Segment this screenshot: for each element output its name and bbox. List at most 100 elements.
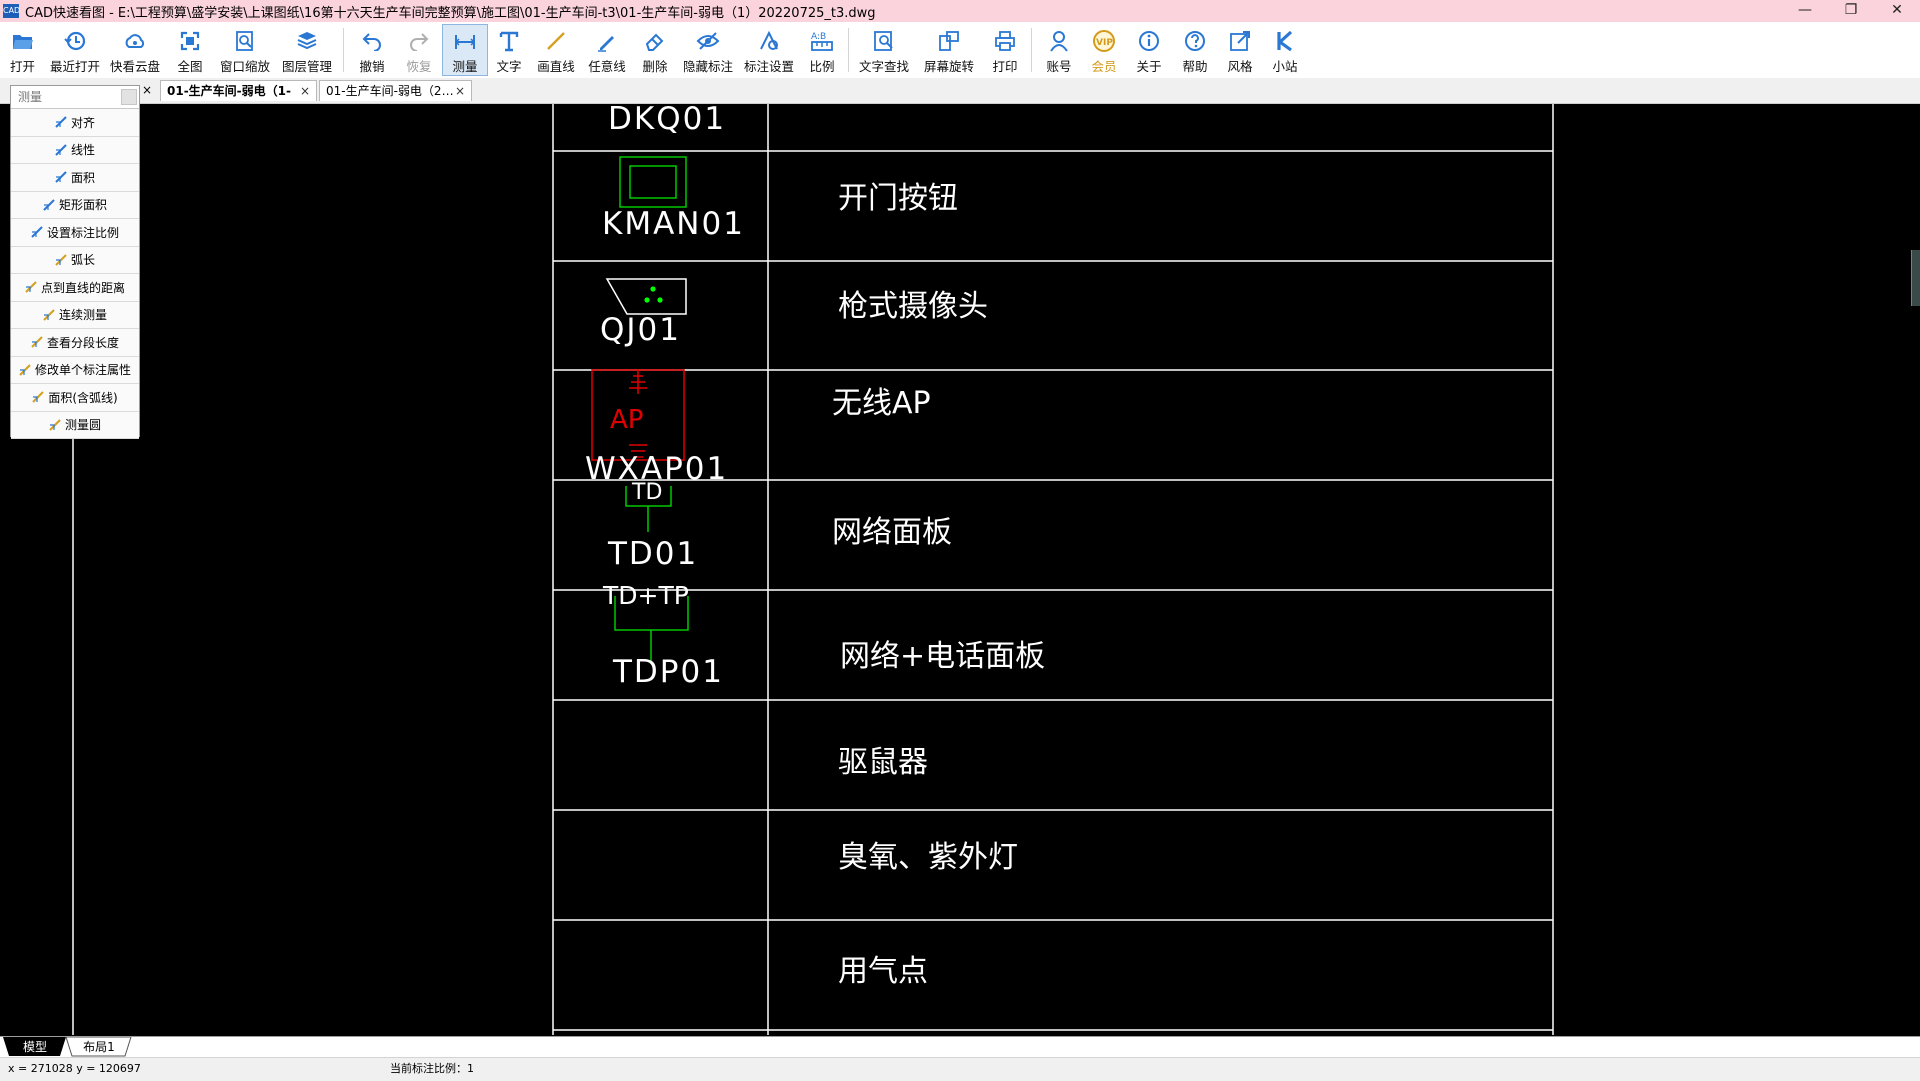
device-code-qj01: QJ01: [600, 312, 681, 348]
toolbar-button-20[interactable]: VIP 会员: [1082, 24, 1126, 76]
measure-tool-label: 面积(含弧线): [48, 390, 118, 405]
rect-area-icon: [43, 199, 55, 211]
panel-close-button[interactable]: ×: [140, 80, 158, 101]
text-search-icon: [872, 29, 896, 53]
document-tab-2[interactable]: 01-生产车间-弱电（2… ×: [319, 80, 472, 101]
toolbar-button-7[interactable]: 恢复: [396, 24, 442, 76]
toolbar-button-19[interactable]: 账号: [1036, 24, 1082, 76]
measure-tool-item[interactable]: 面积: [11, 164, 139, 192]
measure-tool-item[interactable]: 连续测量: [11, 301, 139, 329]
toolbar-button-12[interactable]: 删除: [632, 24, 678, 76]
measure-tool-item[interactable]: 查看分段长度: [11, 329, 139, 357]
toolbar-button-label: 帮助: [1182, 59, 1208, 74]
toolbar-button-1[interactable]: 最近打开: [45, 24, 105, 76]
line-icon: [544, 29, 568, 53]
redo-icon: [407, 29, 431, 53]
door-button-symbol: [619, 156, 687, 208]
toolbar-button-label: 快看云盘: [109, 59, 160, 74]
toolbar-button-2[interactable]: 快看云盘: [105, 24, 165, 76]
measure-tool-label: 线性: [70, 143, 95, 158]
close-button[interactable]: ✕: [1874, 0, 1920, 22]
legend-table: [552, 104, 1554, 1035]
toolbar-button-21[interactable]: 关于: [1126, 24, 1172, 76]
bullet-camera-symbol: [605, 278, 687, 315]
k-station-icon: [1273, 29, 1297, 53]
linear-measure-icon: [55, 144, 67, 156]
continuous-measure-icon: [43, 309, 55, 321]
desc-bullet-camera: 枪式摄像头: [838, 289, 988, 324]
toolbar-button-10[interactable]: 画直线: [530, 24, 582, 76]
document-tab-label: 01-生产车间-弱电（1-: [167, 84, 291, 98]
toolbar-button-label: 会员: [1091, 59, 1117, 74]
measure-tool-item[interactable]: 面积(含弧线): [11, 384, 139, 412]
annotation-scale: 当前标注比例：1: [390, 1062, 474, 1075]
measure-tool-item[interactable]: 对齐: [11, 109, 139, 137]
toolbar-button-9[interactable]: 文字: [488, 24, 530, 76]
toolbar-button-11[interactable]: 任意线: [582, 24, 632, 76]
toolbar-button-label: 比例: [809, 59, 835, 74]
measure-icon: [453, 30, 477, 53]
window-controls: — ❐ ✕: [1782, 0, 1920, 22]
toolbar-button-17[interactable]: 屏幕旋转: [915, 24, 983, 76]
toolbar-separator: [343, 28, 344, 72]
toolbar-button-15[interactable]: A:B 比例: [800, 24, 844, 76]
toolbar-button-label: 标注设置: [743, 59, 794, 74]
toolbar-button-label: 恢复: [406, 59, 432, 74]
measure-panel-header: [11, 86, 139, 109]
layout-tab-model[interactable]: 模型: [12, 1039, 58, 1055]
toolbar-separator: [848, 28, 849, 72]
toolbar-button-6[interactable]: 撤销: [348, 24, 396, 76]
minimize-button[interactable]: —: [1782, 0, 1828, 22]
toolbar-button-label: 画直线: [537, 59, 575, 74]
measure-tool-label: 测量圆: [64, 418, 101, 433]
toolbar-button-3[interactable]: 全图: [165, 24, 215, 76]
maximize-button[interactable]: ❐: [1828, 0, 1874, 22]
measure-tool-item[interactable]: 修改单个标注属性: [11, 356, 139, 384]
help-icon: [1183, 29, 1207, 53]
measure-tool-item[interactable]: 测量圆: [11, 411, 139, 439]
side-handle[interactable]: [1911, 250, 1920, 306]
desc-rodent-repeller: 驱鼠器: [838, 745, 928, 780]
toolbar-button-18[interactable]: 打印: [983, 24, 1027, 76]
document-tab-1[interactable]: 01-生产车间-弱电（1- ×: [160, 80, 317, 101]
measure-tool-item[interactable]: 线性: [11, 136, 139, 164]
scale-icon: A:B: [810, 29, 834, 53]
toolbar-button-label: 最近打开: [49, 59, 100, 74]
toolbar-button-13[interactable]: 隐藏标注: [678, 24, 738, 76]
toolbar-button-14[interactable]: 标注设置: [738, 24, 800, 76]
toolbar-button-24[interactable]: 小站: [1262, 24, 1308, 76]
toolbar-button-5[interactable]: 图层管理: [275, 24, 339, 76]
toolbar-button-23[interactable]: 风格: [1218, 24, 1262, 76]
text-icon: [497, 29, 521, 53]
toolbar-button-0[interactable]: 打开: [0, 24, 45, 76]
measure-search-input[interactable]: [16, 86, 120, 108]
toolbar-button-4[interactable]: 窗口缩放: [215, 24, 275, 76]
measure-tool-item[interactable]: 矩形面积: [11, 191, 139, 219]
main-toolbar: 打开 最近打开 快看云盘 全图 窗口缩放 图层管理 撤销 恢复 测量 文字 画直线 任意线 删除 隐藏标注…: [0, 22, 1920, 78]
layout-tab-layout1[interactable]: 布局1: [76, 1039, 122, 1055]
measure-tool-label: 对齐: [70, 115, 95, 130]
measure-tool-list: 对齐线性面积矩形面积 设置标注比例 弧长 点到直线的距离 连续测量查看分段长度修改单个标…: [11, 109, 139, 439]
tab-close-icon[interactable]: ×: [300, 81, 310, 101]
annotation-settings-icon: [757, 29, 781, 53]
toolbar-button-16[interactable]: 文字查找: [853, 24, 915, 76]
history-icon: [63, 29, 87, 53]
measure-tool-item[interactable]: 点到直线的距离: [11, 274, 139, 302]
measure-tool-item[interactable]: 设置标注比例: [11, 219, 139, 247]
pen-icon: [595, 29, 619, 53]
toolbar-button-label: 文字: [496, 59, 522, 74]
measure-tool-item[interactable]: 弧长: [11, 246, 139, 274]
tab-close-icon[interactable]: ×: [455, 81, 465, 101]
device-code-kman01: KMAN01: [602, 206, 745, 242]
measure-circle-icon: [49, 419, 61, 431]
toolbar-button-8[interactable]: 测量: [442, 24, 488, 76]
set-scale-icon: [31, 226, 43, 238]
panel-clear-button[interactable]: [121, 89, 137, 105]
measure-tool-label: 面积: [70, 170, 95, 185]
desc-network-outlet: 网络面板: [832, 515, 952, 550]
toolbar-button-22[interactable]: 帮助: [1172, 24, 1218, 76]
toolbar-button-label: 测量: [452, 59, 478, 74]
window-zoom-icon: [233, 29, 257, 53]
measure-tool-label: 查看分段长度: [46, 335, 119, 350]
drawing-canvas[interactable]: AP TD TD+TP DKQ01 KMAN01 QJ01 WXAP01 TD0…: [0, 104, 1920, 1035]
